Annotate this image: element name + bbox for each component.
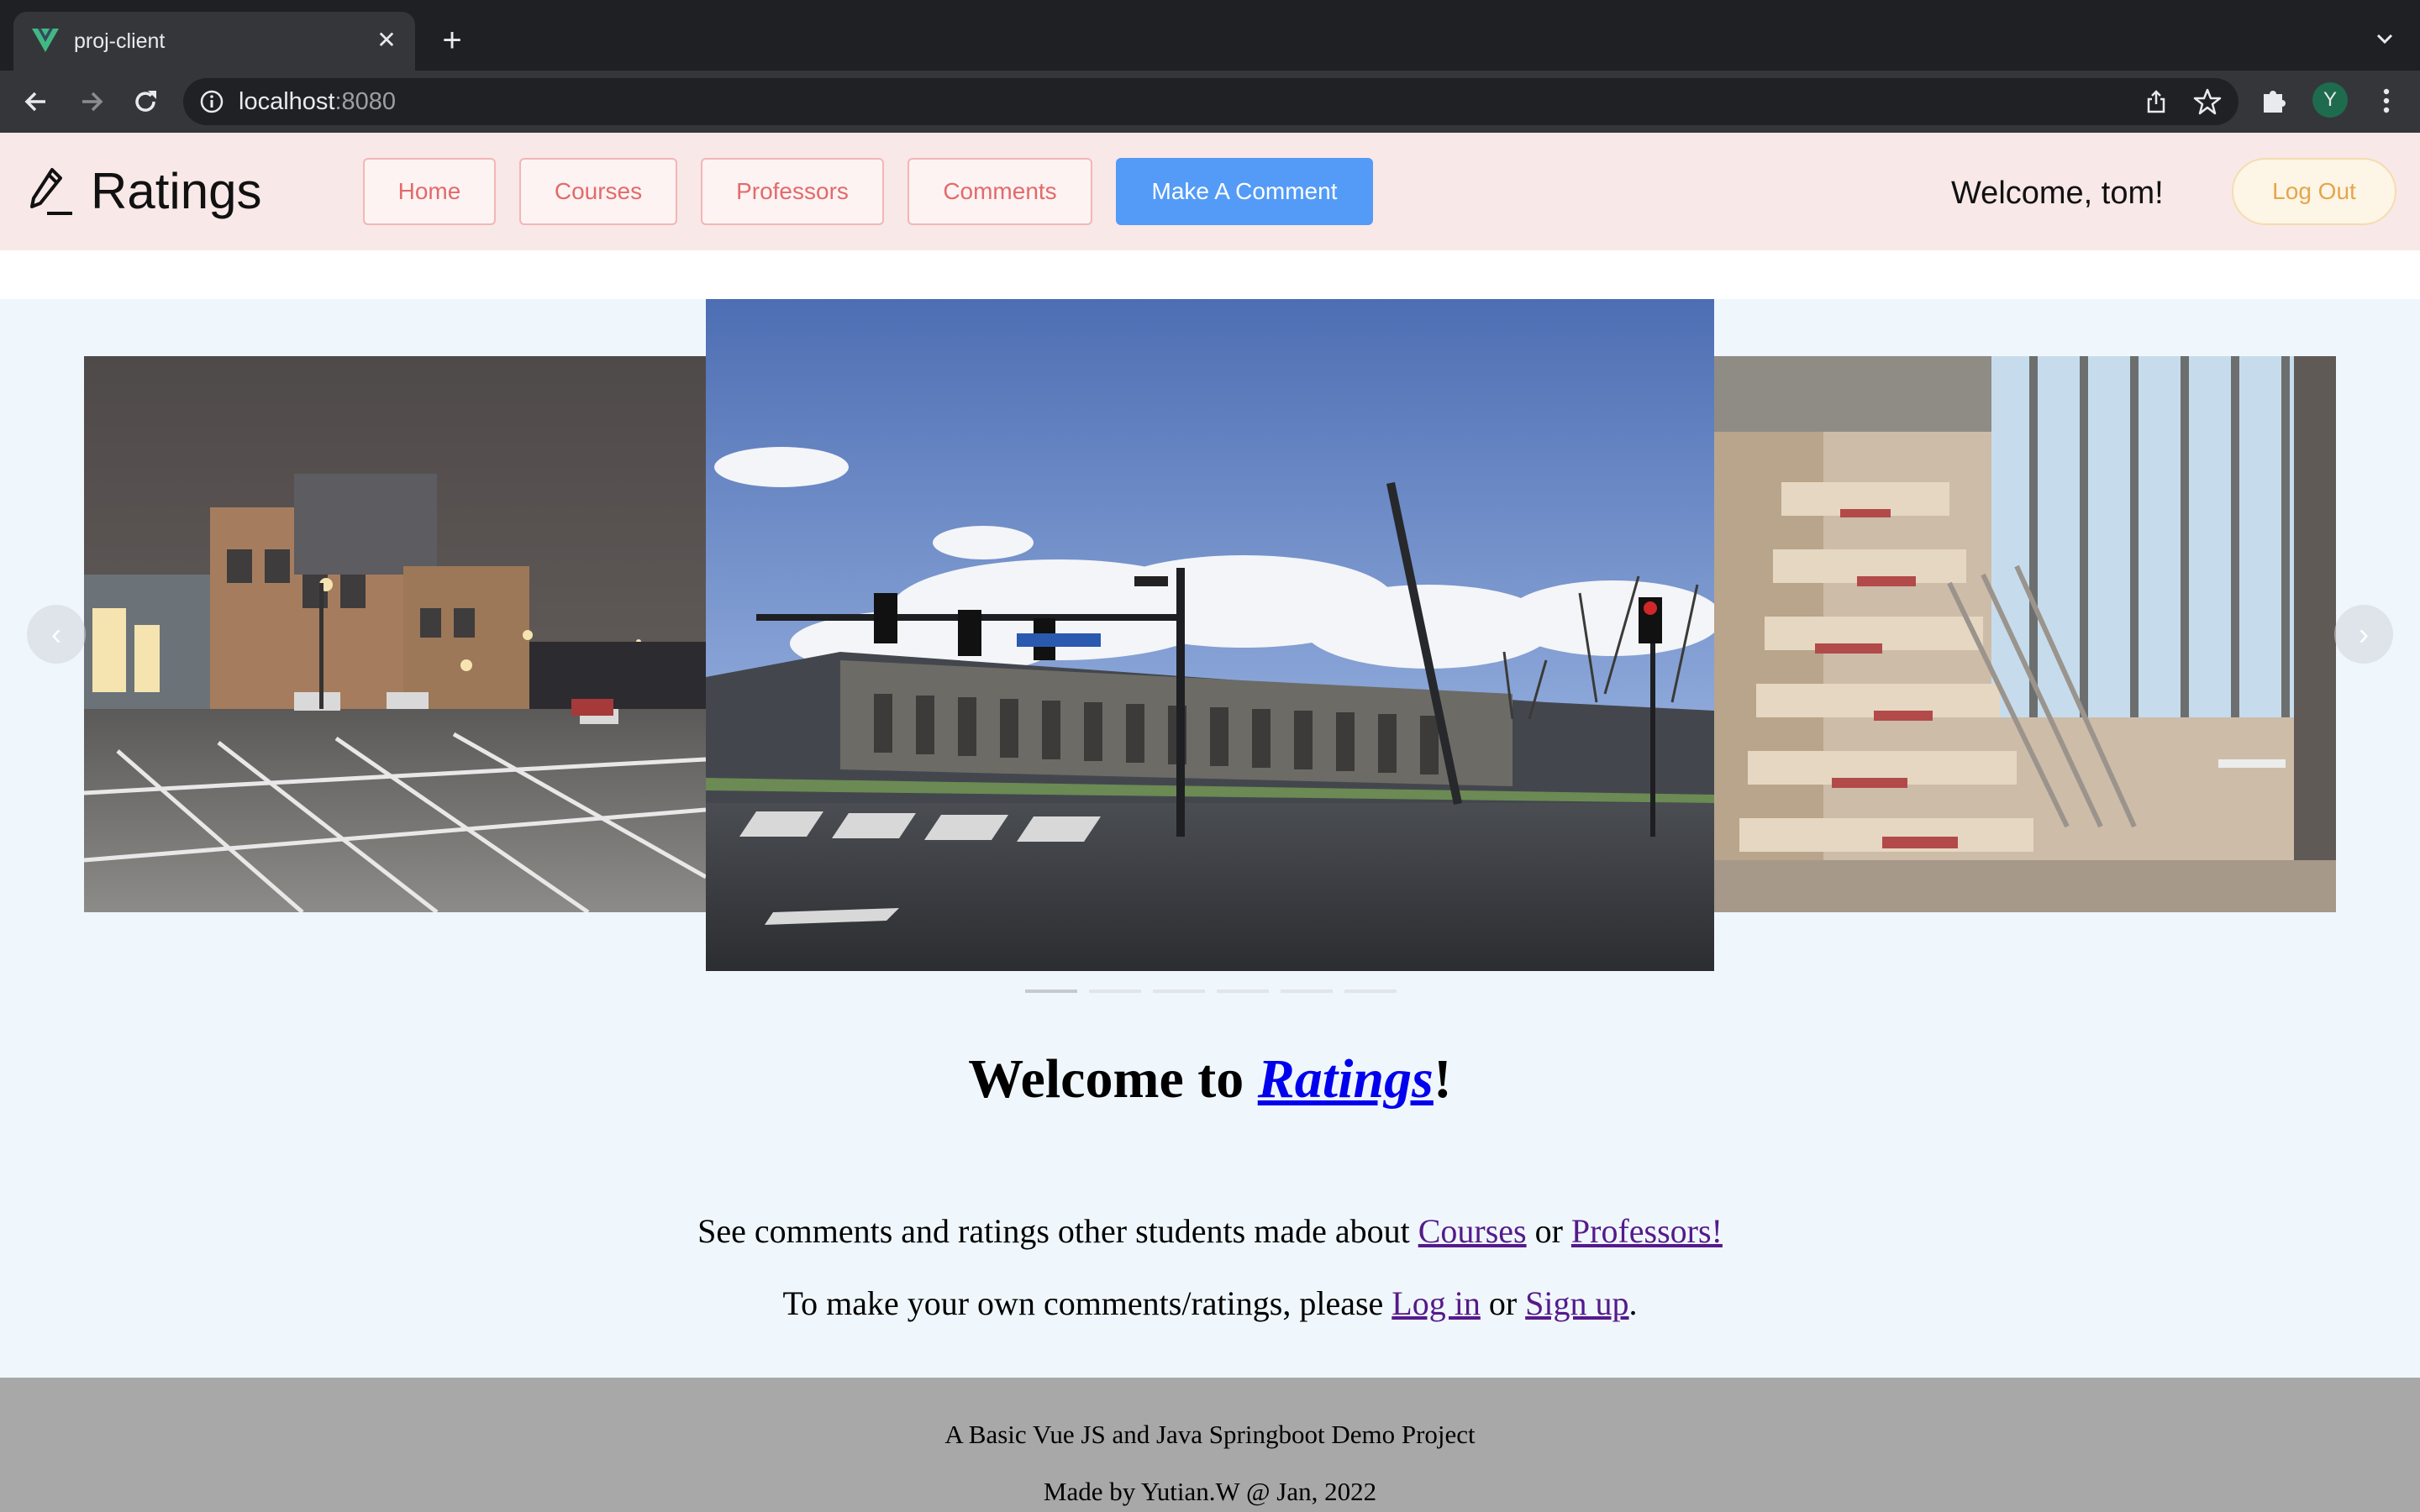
carousel-indicators [1025,990,1397,998]
close-icon[interactable]: ✕ [371,25,402,55]
chevron-down-icon[interactable] [2371,25,2398,52]
browser-tab-strip: proj-client ✕ + [0,0,2420,71]
nav-comments-button[interactable]: Comments [908,158,1092,225]
share-icon[interactable] [2143,88,2170,115]
star-icon[interactable] [2193,87,2222,116]
back-icon[interactable] [17,82,55,121]
page-footer: A Basic Vue JS and Java Springboot Demo … [0,1378,2420,1512]
url-text: localhost:8080 [239,87,396,117]
carousel-indicator[interactable] [1153,990,1205,993]
browser-toolbar: localhost:8080 [0,71,2420,133]
app-header: Ratings Home Courses Professors Comments… [0,133,2420,250]
url-port: :8080 [334,88,397,115]
hero-heading: Welcome to Ratings! [0,1042,2420,1117]
nav-professors-button[interactable]: Professors [701,158,884,225]
indoor-staircase-photo [1714,356,2336,912]
nav-home-button[interactable]: Home [363,158,496,225]
carousel-indicator[interactable] [1089,990,1141,993]
login-info-text: To make your own comments/ratings, pleas… [0,1280,2420,1327]
login-link[interactable]: Log in [1392,1284,1481,1322]
forward-icon[interactable] [72,82,111,121]
welcome-message: Welcome, tom! [1951,176,2164,211]
profile-avatar[interactable]: Y [2312,82,2348,118]
carousel-slide-left[interactable] [84,356,706,912]
or-text: or [1480,1284,1526,1322]
header-spacer [0,250,2420,299]
pencil-icon [30,168,72,215]
image-carousel[interactable] [0,299,2420,996]
carousel-next-button[interactable]: › [2334,605,2393,664]
carousel-prev-button[interactable]: ‹ [27,605,86,664]
browse-info-label: See comments and ratings other students … [697,1212,1418,1250]
address-bar[interactable]: localhost:8080 [183,78,2238,125]
carousel-slide-center[interactable] [706,299,1714,971]
night-campus-parking-lot-photo [84,356,706,912]
carousel-indicator[interactable] [1217,990,1269,993]
tab-title: proj-client [74,29,166,53]
browser-tab[interactable]: proj-client ✕ [13,12,415,71]
app-title[interactable]: Ratings [91,160,261,223]
puzzle-icon[interactable] [2257,84,2291,118]
professors-link[interactable]: Professors! [1571,1212,1723,1250]
courses-link[interactable]: Courses [1418,1212,1527,1250]
hero-suffix: ! [1433,1048,1452,1110]
carousel-indicator[interactable] [1281,990,1333,993]
logout-button[interactable]: Log Out [2232,158,2396,225]
make-comment-button[interactable]: Make A Comment [1116,158,1373,225]
kebab-menu-icon[interactable] [2370,84,2403,118]
carousel-indicator[interactable] [1025,990,1077,993]
or-text: or [1526,1212,1571,1250]
carousel-indicator[interactable] [1344,990,1397,993]
nav-courses-button[interactable]: Courses [519,158,677,225]
login-info-label: To make your own comments/ratings, pleas… [782,1284,1392,1322]
signup-link[interactable]: Sign up [1525,1284,1628,1322]
carousel-slide-right[interactable] [1714,356,2336,912]
hero-prefix: Welcome to [968,1048,1258,1110]
footer-description: A Basic Vue JS and Java Springboot Demo … [944,1420,1476,1449]
browse-info-text: See comments and ratings other students … [0,1208,2420,1255]
reload-icon[interactable] [126,82,165,121]
url-host: localhost [239,88,335,115]
brand-link[interactable]: Ratings [1258,1048,1434,1110]
vue-favicon [32,29,59,52]
footer-credit: Made by Yutian.W @ Jan, 2022 [1043,1477,1377,1506]
period-text: . [1628,1284,1638,1322]
plus-icon[interactable]: + [435,24,469,57]
campus-street-building-photo [706,299,1714,971]
info-icon[interactable] [198,88,225,115]
